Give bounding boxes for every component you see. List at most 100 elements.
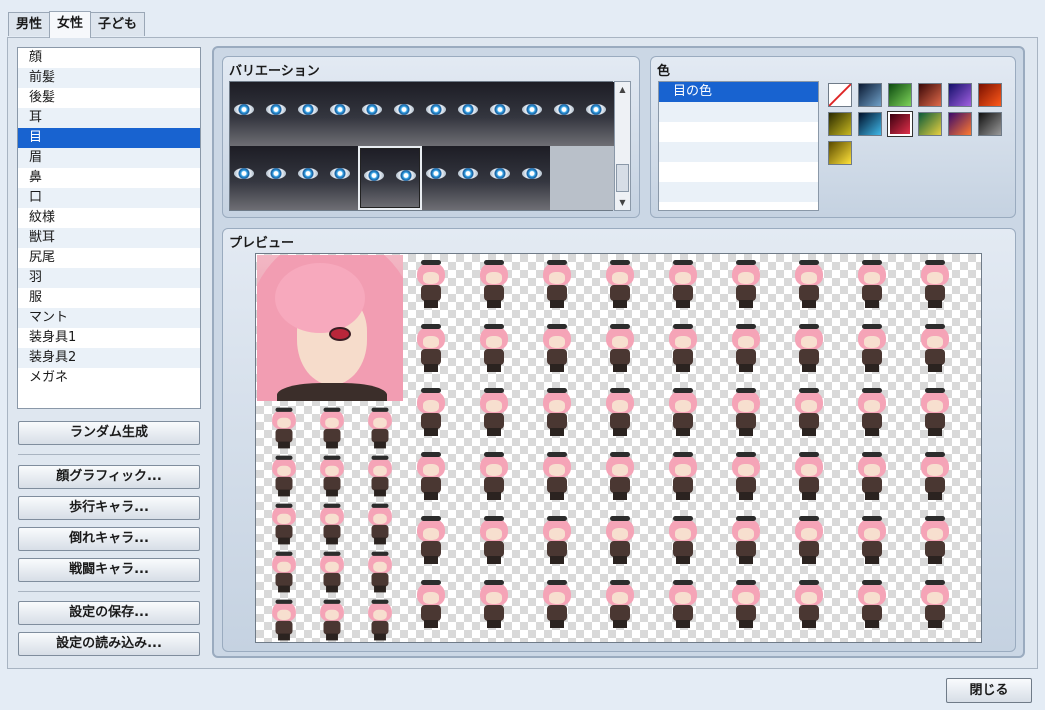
variation-grid: [229, 81, 614, 211]
color-swatch[interactable]: [888, 83, 912, 107]
part-item[interactable]: 口: [18, 188, 200, 208]
character-sprite: [600, 450, 640, 502]
eye-variation-thumb[interactable]: [230, 82, 294, 146]
character-sprite: [474, 450, 514, 502]
character-sprite: [315, 550, 349, 594]
part-item[interactable]: 目: [18, 128, 200, 148]
color-target-list[interactable]: 目の色: [658, 81, 819, 211]
character-sprite: [726, 386, 766, 438]
color-swatch[interactable]: [828, 141, 852, 165]
eye-variation-thumb[interactable]: [358, 82, 422, 146]
color-swatch[interactable]: [858, 112, 882, 136]
character-sprite: [267, 406, 301, 450]
character-sprite: [411, 386, 451, 438]
color-swatch[interactable]: [978, 83, 1002, 107]
scroll-down-icon[interactable]: ▼: [616, 196, 629, 209]
character-sprite: [267, 502, 301, 546]
character-sprite: [537, 322, 577, 374]
parts-list[interactable]: 顔前髪 後髪耳目眉鼻口紋様 獣耳 尻尾羽服マント 装身具1 装身具2 メガネ: [17, 47, 201, 409]
part-item[interactable]: 羽: [18, 268, 200, 288]
eye-variation-thumb[interactable]: [486, 146, 550, 210]
color-target-row[interactable]: [659, 102, 818, 122]
character-sprite: [600, 322, 640, 374]
part-item[interactable]: メガネ: [18, 368, 200, 388]
character-sprite: [315, 598, 349, 642]
color-target-row[interactable]: [659, 162, 818, 182]
tab-child[interactable]: 子ども: [90, 12, 146, 36]
character-sprite: [663, 322, 703, 374]
damage-character-button[interactable]: 倒れキャラ...: [18, 527, 200, 551]
battle-character-button[interactable]: 戦闘キャラ...: [18, 558, 200, 582]
part-item[interactable]: 尻尾: [18, 248, 200, 268]
character-sprite: [474, 258, 514, 310]
eye-variation-thumb[interactable]: [358, 146, 422, 210]
color-swatch[interactable]: [828, 83, 852, 107]
eye-variation-thumb[interactable]: [294, 146, 358, 210]
face-graphic-button[interactable]: 顔グラフィック...: [18, 465, 200, 489]
part-item[interactable]: 紋様: [18, 208, 200, 228]
color-target-row[interactable]: 目の色: [659, 82, 818, 102]
part-item[interactable]: 服: [18, 288, 200, 308]
color-swatch[interactable]: [918, 83, 942, 107]
character-sprite: [411, 258, 451, 310]
character-sprite: [915, 322, 955, 374]
part-item[interactable]: マント: [18, 308, 200, 328]
color-swatch[interactable]: [948, 112, 972, 136]
character-sprite: [600, 578, 640, 630]
color-swatch[interactable]: [918, 112, 942, 136]
character-sprite: [915, 258, 955, 310]
part-item[interactable]: 鼻: [18, 168, 200, 188]
close-button[interactable]: 閉じる: [946, 678, 1032, 703]
walk-character-button[interactable]: 歩行キャラ...: [18, 496, 200, 520]
scroll-up-icon[interactable]: ▲: [616, 83, 629, 96]
character-sprite: [789, 578, 829, 630]
character-sprite: [363, 550, 397, 594]
part-item[interactable]: 耳: [18, 108, 200, 128]
variation-title: バリエーション: [229, 64, 320, 79]
color-swatch[interactable]: [858, 83, 882, 107]
scroll-thumb[interactable]: [616, 164, 629, 192]
color-target-row[interactable]: [659, 142, 818, 162]
part-item[interactable]: 眉: [18, 148, 200, 168]
character-sprite: [600, 386, 640, 438]
part-item[interactable]: 後髪: [18, 88, 200, 108]
eye-variation-thumb[interactable]: [230, 146, 294, 210]
face-graphic-preview: [257, 255, 403, 401]
color-swatch[interactable]: [887, 111, 913, 137]
character-sprite: [363, 502, 397, 546]
random-generate-button[interactable]: ランダム生成: [18, 421, 200, 445]
tab-female[interactable]: 女性: [49, 11, 92, 38]
part-item[interactable]: 前髪: [18, 68, 200, 88]
character-sprite: [600, 514, 640, 566]
save-settings-button[interactable]: 設定の保存...: [18, 601, 200, 625]
color-swatch[interactable]: [828, 112, 852, 136]
part-item[interactable]: 装身具2: [18, 348, 200, 368]
color-swatch[interactable]: [948, 83, 972, 107]
character-sprite: [789, 386, 829, 438]
character-sprite: [537, 450, 577, 502]
character-sprite: [474, 322, 514, 374]
color-swatch[interactable]: [978, 112, 1002, 136]
variation-scrollbar[interactable]: ▲ ▼: [614, 81, 631, 211]
character-sprite: [915, 514, 955, 566]
tab-male[interactable]: 男性: [8, 12, 51, 36]
color-target-row[interactable]: [659, 182, 818, 202]
eye-variation-thumb[interactable]: [486, 82, 550, 146]
eye-variation-thumb[interactable]: [422, 82, 486, 146]
character-sprite: [915, 386, 955, 438]
character-sprite: [852, 258, 892, 310]
character-sprite: [726, 322, 766, 374]
character-sprite: [315, 454, 349, 498]
eye-variation-thumb[interactable]: [294, 82, 358, 146]
part-item[interactable]: 装身具1: [18, 328, 200, 348]
character-sprite: [852, 450, 892, 502]
character-sprite: [663, 514, 703, 566]
eye-variation-thumb[interactable]: [422, 146, 486, 210]
part-item[interactable]: 顔: [18, 48, 200, 68]
eye-variation-thumb[interactable]: [550, 82, 614, 146]
character-sprite: [411, 322, 451, 374]
part-item[interactable]: 獣耳: [18, 228, 200, 248]
character-sprite: [537, 258, 577, 310]
color-target-row[interactable]: [659, 122, 818, 142]
load-settings-button[interactable]: 設定の読み込み...: [18, 632, 200, 656]
